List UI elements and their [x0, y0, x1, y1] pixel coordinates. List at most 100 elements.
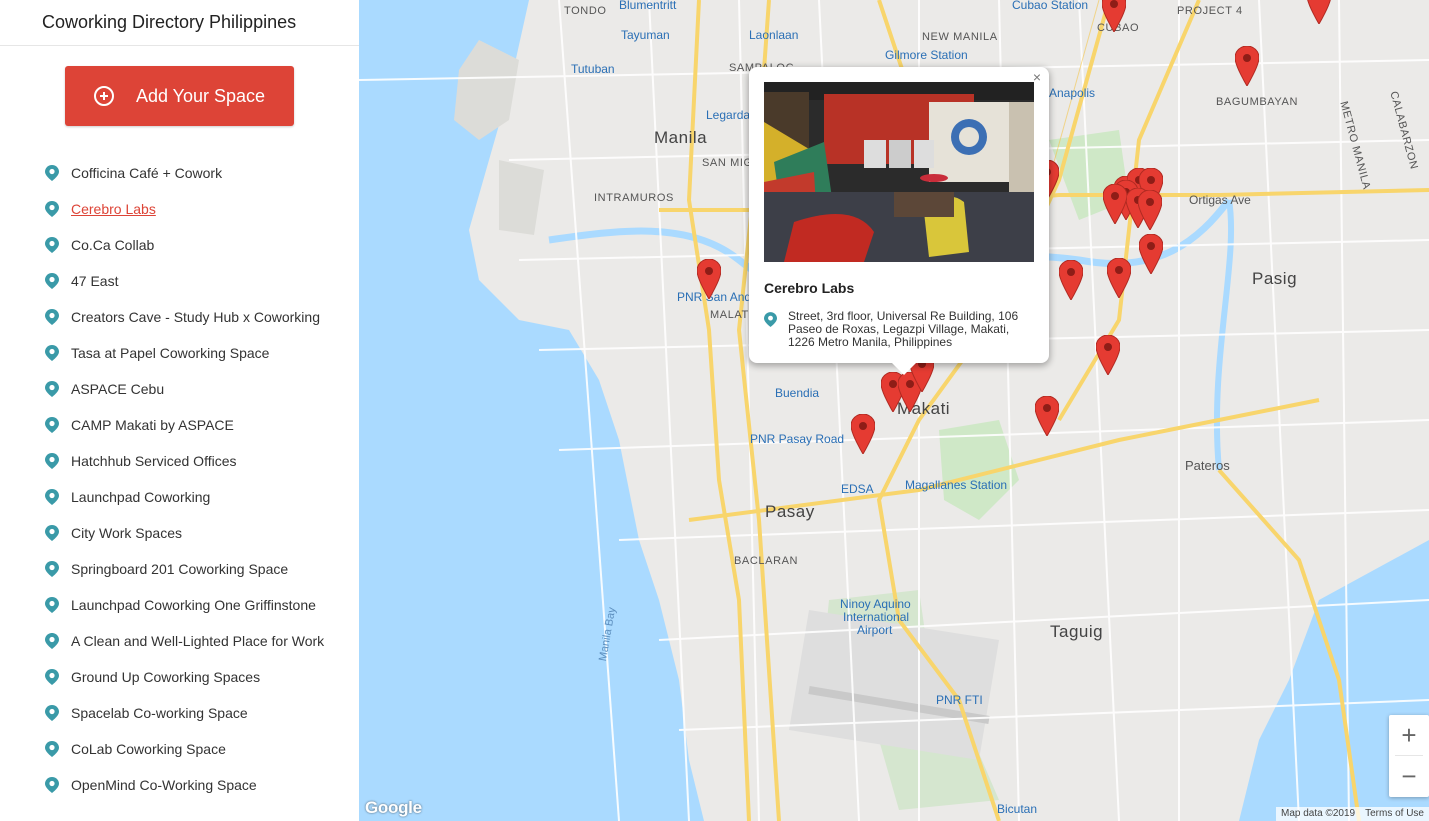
space-list-label: Launchpad Coworking One Griffinstone — [71, 597, 316, 613]
map-marker-icon[interactable] — [1095, 334, 1121, 376]
space-list-item[interactable]: Tasa at Papel Coworking Space — [0, 335, 359, 371]
space-list-item[interactable]: Launchpad Coworking — [0, 479, 359, 515]
map-marker-icon[interactable] — [1137, 189, 1163, 231]
space-list-label: Hatchhub Serviced Offices — [71, 453, 237, 469]
space-list-item[interactable]: City Work Spaces — [0, 515, 359, 551]
map-label-ninoy: Ninoy Aquino — [840, 597, 911, 611]
popup-address: Street, 3rd floor, Universal Re Building… — [788, 309, 1019, 349]
map-label-edsa: EDSA — [841, 482, 874, 496]
location-pin-icon — [45, 597, 59, 613]
map-label-malate: MALAT — [710, 309, 749, 321]
location-pin-icon — [45, 165, 59, 181]
space-list-label: Springboard 201 Coworking Space — [71, 561, 289, 577]
space-list-label: Cerebro Labs — [71, 201, 156, 217]
map-marker-icon[interactable] — [696, 258, 722, 300]
location-pin-icon — [45, 705, 59, 721]
map-label-laonlaan: Laonlaan — [749, 28, 799, 42]
space-list-item[interactable]: A Clean and Well-Lighted Place for Work — [0, 623, 359, 659]
space-list-label: 47 East — [71, 273, 119, 289]
site-title[interactable]: Coworking Directory Philippines — [0, 0, 359, 46]
map-attribution: Map data ©2019 Terms of Use — [1276, 807, 1429, 821]
map-marker-icon[interactable] — [1307, 0, 1331, 25]
map-data-text: Map data ©2019 — [1281, 808, 1356, 819]
location-pin-icon — [45, 345, 59, 361]
map-label-pasig: Pasig — [1252, 269, 1298, 288]
map-label-buendia: Buendia — [775, 386, 820, 400]
map-marker-icon[interactable] — [1106, 257, 1132, 299]
location-pin-icon — [45, 741, 59, 757]
map-label-bagumbayan: BAGUMBAYAN — [1216, 96, 1298, 108]
location-pin-icon — [45, 633, 59, 649]
map-marker-icon[interactable] — [1034, 395, 1060, 437]
zoom-in-button[interactable]: + — [1389, 715, 1429, 755]
location-pin-icon — [45, 309, 59, 325]
space-photo[interactable] — [764, 82, 1034, 262]
space-list-item[interactable]: CoLab Coworking Space — [0, 731, 359, 767]
map-marker-icon[interactable] — [1234, 45, 1260, 87]
map-label-tutuban: Tutuban — [571, 62, 615, 76]
map-label-pnr-fti: PNR FTI — [936, 693, 983, 707]
sidebar: Coworking Directory Philippines Add Your… — [0, 0, 360, 821]
popup-space-name[interactable]: Cerebro Labs — [764, 280, 854, 296]
map-label-tayuman: Tayuman — [621, 28, 670, 42]
location-pin-icon — [764, 312, 777, 327]
map-label-gilmore: Gilmore Station — [885, 48, 968, 62]
map-marker-icon[interactable] — [1102, 183, 1128, 225]
space-list-label: CAMP Makati by ASPACE — [71, 417, 234, 433]
map-label-pnr-pasay: PNR Pasay Road — [750, 432, 845, 446]
location-pin-icon — [45, 417, 59, 433]
map-label-ortigas: Ortigas Ave — [1189, 193, 1251, 207]
map-label-magallanes: Magallanes Station — [905, 478, 1008, 492]
map-label-legarda: Legarda — [706, 108, 751, 122]
space-list-label: Tasa at Papel Coworking Space — [71, 345, 270, 361]
map-label-blumentritt: Blumentritt — [619, 0, 677, 12]
map-label-cubao-station: Cubao Station — [1012, 0, 1089, 12]
space-list-item[interactable]: 47 East — [0, 263, 359, 299]
map-marker-icon[interactable] — [1101, 0, 1127, 33]
map-marker-icon[interactable] — [850, 413, 876, 455]
space-list-item[interactable]: Cerebro Labs — [0, 191, 359, 227]
space-list: Cofficina Café + Cowork Cerebro Labs Co.Ca… — [0, 155, 359, 803]
map[interactable]: TONDO Blumentritt Tayuman Laonlaan Tutub… — [359, 0, 1429, 821]
location-pin-icon — [45, 381, 59, 397]
location-pin-icon — [45, 201, 59, 217]
map-marker-icon[interactable] — [1138, 233, 1164, 275]
location-pin-icon — [45, 525, 59, 541]
space-list-item[interactable]: ASPACE Cebu — [0, 371, 359, 407]
map-label-new-manila: NEW MANILA — [922, 31, 998, 43]
space-list-item[interactable]: Springboard 201 Coworking Space — [0, 551, 359, 587]
map-label-anapolis: Anapolis — [1049, 86, 1096, 100]
location-pin-icon — [45, 561, 59, 577]
zoom-out-button[interactable]: − — [1389, 756, 1429, 796]
space-list-label: ASPACE Cebu — [71, 381, 165, 397]
map-label-intramuros: INTRAMUROS — [594, 192, 674, 204]
info-window: × Cerebro Labs Street, 3rd floor, Univer… — [749, 67, 1049, 375]
add-your-space-label: Add Your Space — [135, 85, 266, 106]
map-label-baclaran: BACLARAN — [734, 555, 799, 567]
space-list-item[interactable]: Creators Cave - Study Hub x Coworking — [0, 299, 359, 335]
map-label-tondo: TONDO — [564, 5, 607, 17]
map-label-pasay: Pasay — [765, 502, 815, 521]
space-list-label: City Work Spaces — [71, 525, 182, 541]
space-list-item[interactable]: Spacelab Co-working Space — [0, 695, 359, 731]
map-label-san-miguel: SAN MIG — [702, 157, 753, 169]
space-list-item[interactable]: CAMP Makati by ASPACE — [0, 407, 359, 443]
google-logo[interactable]: Google — [365, 798, 422, 818]
map-label-international: International — [843, 610, 910, 624]
add-your-space-button[interactable]: Add Your Space — [65, 66, 294, 126]
map-label-manila: Manila — [654, 128, 708, 147]
space-list-item[interactable]: Co.Ca Collab — [0, 227, 359, 263]
map-marker-icon[interactable] — [1058, 259, 1084, 301]
space-list-item[interactable]: OpenMind Co-Working Space — [0, 767, 359, 803]
map-label-airport: Airport — [857, 623, 893, 637]
space-list-item[interactable]: Launchpad Coworking One Griffinstone — [0, 587, 359, 623]
zoom-controls: + − — [1389, 715, 1429, 797]
space-list-item[interactable]: Cofficina Café + Cowork — [0, 155, 359, 191]
plus-circle-icon — [93, 86, 114, 106]
location-pin-icon — [45, 777, 59, 793]
space-list-item[interactable]: Ground Up Coworking Spaces — [0, 659, 359, 695]
space-list-label: Spacelab Co-working Space — [71, 705, 248, 721]
location-pin-icon — [45, 489, 59, 505]
space-list-item[interactable]: Hatchhub Serviced Offices — [0, 443, 359, 479]
terms-of-use-link[interactable]: Terms of Use — [1360, 807, 1429, 821]
